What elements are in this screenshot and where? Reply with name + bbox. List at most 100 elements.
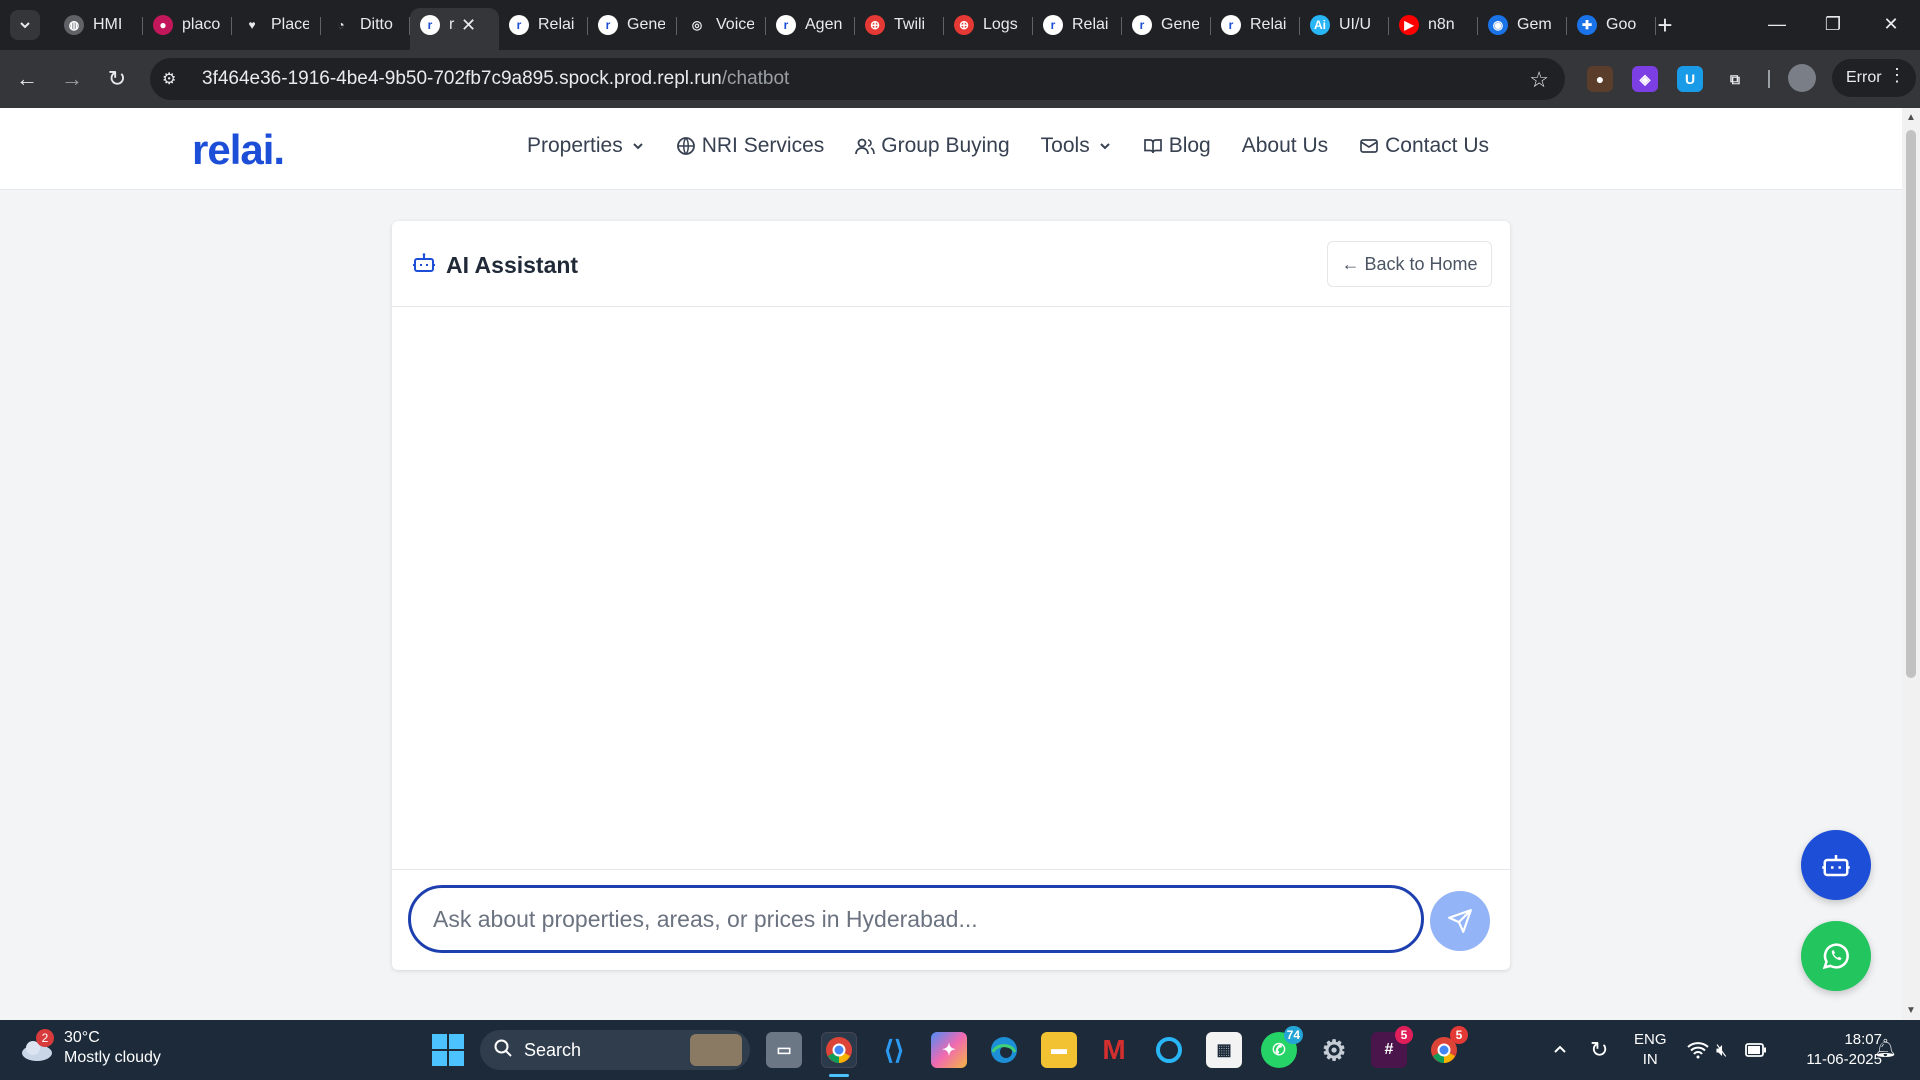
- scroll-up-arrow[interactable]: ▲: [1905, 112, 1917, 123]
- volume-muted-icon[interactable]: 🔇︎: [1716, 1020, 1727, 1080]
- reload-button[interactable]: ↻: [102, 64, 132, 94]
- nav-group-label: Group Buying: [881, 134, 1010, 157]
- tab-title: HMI: [93, 16, 123, 33]
- tab-search-button[interactable]: [10, 10, 40, 40]
- users-icon: [855, 136, 876, 156]
- new-tab-button[interactable]: +: [1650, 10, 1680, 40]
- error-menu-button[interactable]: Error ⋮: [1832, 59, 1916, 97]
- nav-nri-services[interactable]: NRI Services: [676, 134, 824, 158]
- copilot-icon[interactable]: ✦: [931, 1032, 967, 1068]
- chat-input[interactable]: [408, 885, 1424, 953]
- back-to-home-button[interactable]: ← Back to Home: [1327, 241, 1492, 287]
- settings-gear-icon[interactable]: ⚙: [1316, 1032, 1352, 1068]
- browser-tab[interactable]: ◉ Gem: [1478, 8, 1567, 42]
- browser-tab[interactable]: ♥ Place: [232, 8, 321, 42]
- wifi-icon[interactable]: [1687, 1020, 1709, 1080]
- search-highlight-image: [690, 1034, 742, 1066]
- microsoft-store-icon[interactable]: ▦: [1206, 1032, 1242, 1068]
- tab-title: Gem: [1517, 16, 1552, 33]
- file-explorer-icon[interactable]: ▬: [1041, 1032, 1077, 1068]
- send-button[interactable]: [1430, 891, 1490, 951]
- cortana-icon[interactable]: [1151, 1032, 1187, 1068]
- brain-extension-icon[interactable]: ◈: [1632, 66, 1658, 92]
- browser-tab[interactable]: r Gene: [588, 8, 677, 42]
- task-view-icon[interactable]: ▭: [766, 1032, 802, 1068]
- chatbot-fab-button[interactable]: [1801, 830, 1871, 900]
- weather-widget[interactable]: 2 30°C Mostly cloudy: [20, 1028, 161, 1068]
- edge-icon[interactable]: [986, 1032, 1022, 1068]
- browser-tab[interactable]: r Relai: [1033, 8, 1122, 42]
- tray-overflow-icon[interactable]: [1552, 1020, 1568, 1080]
- scroll-down-arrow[interactable]: ▼: [1905, 1005, 1917, 1016]
- site-logo[interactable]: relai.: [192, 126, 285, 174]
- tab-title: placo: [182, 16, 220, 33]
- notification-bell-icon[interactable]: 🔔︎: [1874, 1038, 1897, 1059]
- profile-avatar[interactable]: [1788, 64, 1816, 92]
- start-button[interactable]: [432, 1034, 464, 1066]
- nav-group-buying[interactable]: Group Buying: [855, 134, 1010, 158]
- search-icon: [494, 1039, 512, 1062]
- address-bar[interactable]: ⚙ 3f464e36-1916-4be4-9b50-702fb7c9a895.s…: [150, 58, 1565, 100]
- cookie-extension-icon[interactable]: ●: [1587, 66, 1613, 92]
- chat-card: AI Assistant ← Back to Home: [392, 221, 1510, 970]
- tab-favicon-icon: ◔: [337, 18, 345, 32]
- nav-properties[interactable]: Properties: [527, 134, 645, 158]
- chat-messages-area[interactable]: [392, 307, 1510, 869]
- site-settings-icon[interactable]: ⚙: [162, 69, 188, 89]
- tab-title: UI/U: [1339, 16, 1371, 33]
- whatsapp-taskbar-icon[interactable]: ✆ 74: [1261, 1026, 1303, 1068]
- browser-tab[interactable]: ▶ n8n: [1389, 8, 1478, 42]
- nav-tools[interactable]: Tools: [1041, 134, 1112, 158]
- tab-title: Logs: [983, 16, 1018, 33]
- tab-favicon-icon: ✚: [1577, 15, 1597, 35]
- bot-icon: [412, 251, 436, 280]
- scroll-thumb[interactable]: [1906, 130, 1916, 678]
- browser-tab[interactable]: ⊕ Logs: [944, 8, 1033, 42]
- tab-close-icon[interactable]: ✕: [461, 15, 476, 36]
- nav-blog[interactable]: Blog: [1143, 134, 1211, 158]
- bookmark-star-icon[interactable]: ☆: [1529, 67, 1549, 93]
- browser-tab[interactable]: ✚ Goo: [1567, 8, 1656, 42]
- sync-icon[interactable]: ↻: [1590, 1020, 1608, 1080]
- url-text[interactable]: 3f464e36-1916-4be4-9b50-702fb7c9a895.spo…: [202, 68, 789, 90]
- more-vert-icon: ⋮: [1888, 65, 1906, 85]
- vscode-icon[interactable]: ⟨⟩: [876, 1032, 912, 1068]
- back-nav-button[interactable]: ←: [12, 64, 42, 94]
- chrome-taskbar-icon[interactable]: [821, 1032, 857, 1068]
- system-clock[interactable]: 18:07 11-06-2025: [1786, 1030, 1882, 1070]
- browser-tab[interactable]: ◍ HMI: [54, 8, 143, 42]
- tab-favicon-icon: ▶: [1399, 15, 1419, 35]
- browser-tab[interactable]: Ai UI/U: [1300, 8, 1389, 42]
- extensions-puzzle-icon[interactable]: ⧉: [1722, 66, 1748, 92]
- restore-button[interactable]: ❐: [1808, 8, 1858, 40]
- browser-tab[interactable]: r Relai: [1211, 8, 1300, 42]
- tab-list: ◍HMI●placo♥Place◔Dittorr.✕rRelairGene◎Vo…: [54, 8, 1656, 50]
- browser-tab[interactable]: r Agen: [766, 8, 855, 42]
- mcafee-icon[interactable]: M: [1096, 1032, 1132, 1068]
- u-extension-icon[interactable]: U: [1677, 66, 1703, 92]
- browser-tab[interactable]: r r. ✕: [410, 8, 499, 50]
- lang-bottom: IN: [1642, 1051, 1658, 1068]
- battery-icon[interactable]: [1745, 1020, 1767, 1080]
- nav-about[interactable]: About Us: [1242, 134, 1328, 158]
- close-window-button[interactable]: ✕: [1866, 8, 1916, 40]
- forward-nav-button[interactable]: →: [57, 64, 87, 94]
- browser-tab[interactable]: ◎ Voice: [677, 8, 766, 42]
- tab-favicon-icon: ◍: [64, 15, 84, 35]
- browser-tab[interactable]: r Relai: [499, 8, 588, 42]
- tab-title: Ditto: [360, 16, 393, 33]
- browser-tab[interactable]: ◔ Ditto: [321, 8, 410, 42]
- browser-tab[interactable]: ⊕ Twili: [855, 8, 944, 42]
- browser-tab[interactable]: ● placo: [143, 8, 232, 42]
- browser-toolbar: ← → ↻ ⚙ 3f464e36-1916-4be4-9b50-702fb7c9…: [0, 50, 1920, 108]
- whatsapp-fab-button[interactable]: [1801, 921, 1871, 991]
- chrome-profile-taskbar-icon[interactable]: 5: [1426, 1026, 1468, 1068]
- page-scrollbar[interactable]: ▲ ▼: [1902, 108, 1920, 1020]
- nav-contact[interactable]: Contact Us: [1359, 134, 1489, 158]
- language-indicator[interactable]: ENG IN: [1634, 1030, 1667, 1070]
- slack-icon[interactable]: # 5: [1371, 1026, 1413, 1068]
- nav-properties-label: Properties: [527, 134, 623, 157]
- taskbar-search[interactable]: Search: [480, 1030, 750, 1070]
- browser-tab[interactable]: r Gene: [1122, 8, 1211, 42]
- minimize-button[interactable]: —: [1752, 8, 1802, 40]
